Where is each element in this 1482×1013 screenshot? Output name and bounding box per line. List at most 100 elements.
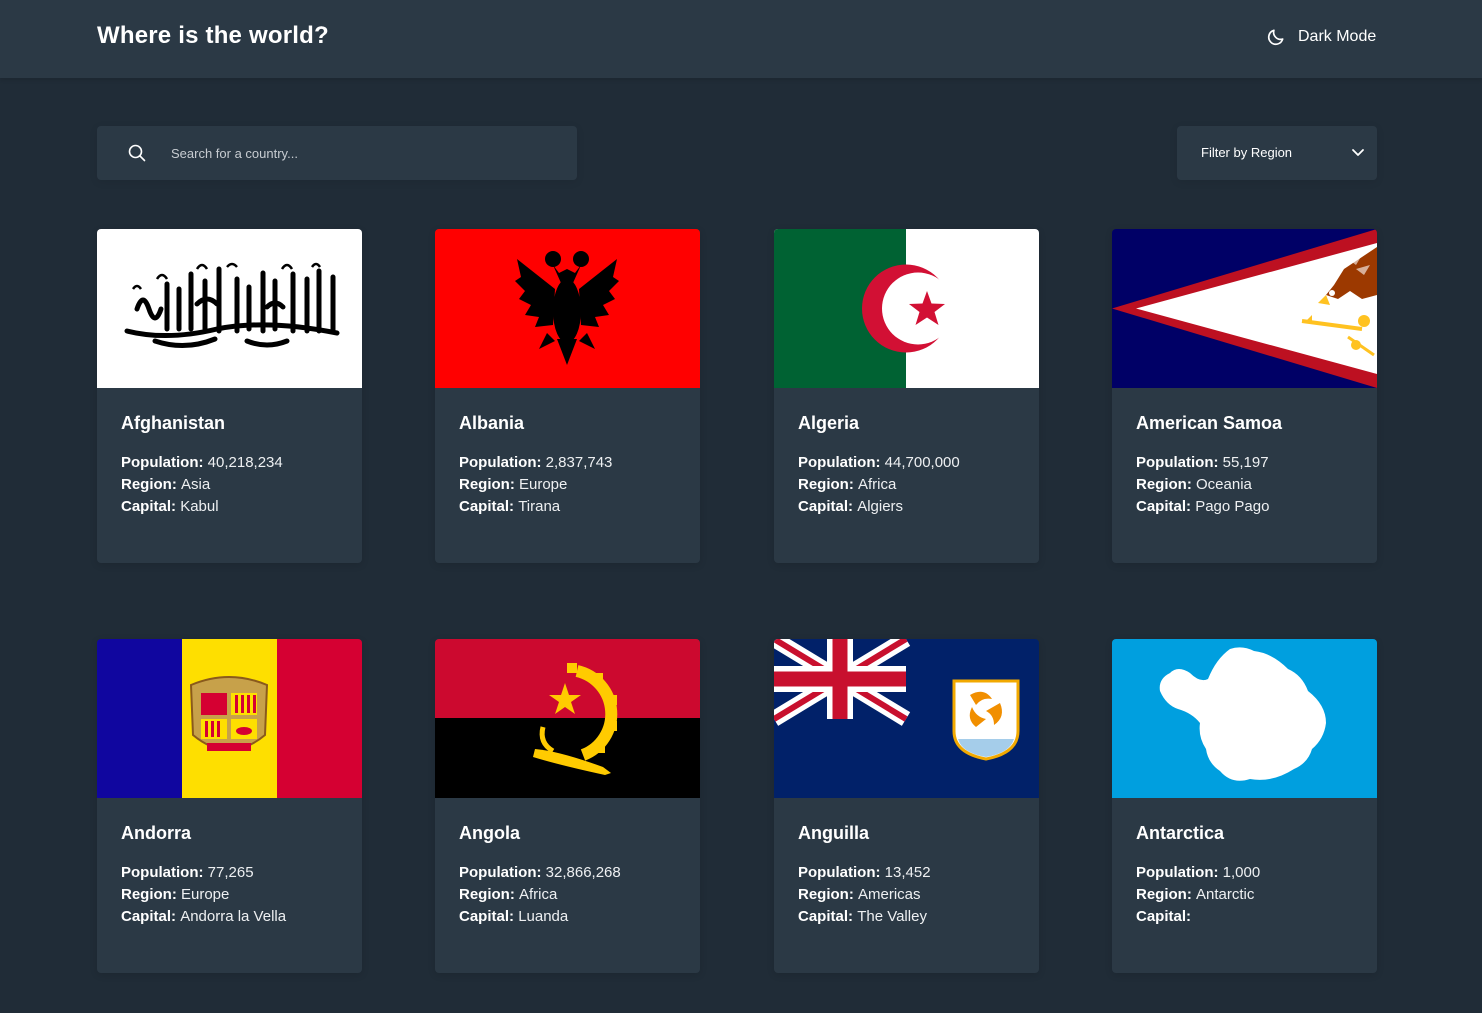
flag-image-american-samoa xyxy=(1112,229,1377,388)
region-line: Region: Americas xyxy=(798,884,921,906)
country-card[interactable]: Anguilla Population: 13,452 Region: Amer… xyxy=(774,639,1039,973)
region-value: Africa xyxy=(858,476,897,493)
population-value: 40,218,234 xyxy=(207,454,283,471)
population-label: Population: xyxy=(1136,864,1219,881)
population-value: 2,837,743 xyxy=(545,454,613,471)
region-value: Antarctic xyxy=(1196,886,1255,903)
population-line: Population: 77,265 xyxy=(121,862,254,884)
capital-value: Algiers xyxy=(857,498,904,515)
population-line: Population: 44,700,000 xyxy=(798,452,960,474)
country-card[interactable]: Afghanistan Population: 40,218,234 Regio… xyxy=(97,229,362,563)
capital-value: Kabul xyxy=(180,498,219,515)
capital-label: Capital: xyxy=(798,908,854,925)
region-label: Region: xyxy=(121,886,177,903)
region-line: Region: Africa xyxy=(798,474,896,496)
capital-value: The Valley xyxy=(857,908,927,925)
flag-image-algeria xyxy=(774,229,1039,388)
capital-label: Capital: xyxy=(121,498,177,515)
dark-mode-label: Dark Mode xyxy=(1298,28,1377,45)
region-line: Region: Europe xyxy=(121,884,229,906)
population-value: 1,000 xyxy=(1222,864,1261,881)
region-label: Region: xyxy=(798,886,854,903)
region-line: Region: Africa xyxy=(459,884,557,906)
population-line: Population: 55,197 xyxy=(1136,452,1269,474)
population-label: Population: xyxy=(459,864,542,881)
capital-label: Capital: xyxy=(798,498,854,515)
dark-mode-toggle[interactable]: Dark Mode xyxy=(1266,25,1376,49)
population-line: Population: 13,452 xyxy=(798,862,931,884)
top-bar: Where is the world? Dark Mode xyxy=(0,0,1482,78)
capital-line: Capital: Andorra la Vella xyxy=(121,906,286,928)
region-label: Region: xyxy=(1136,886,1192,903)
region-value: Africa xyxy=(519,886,558,903)
country-name: Anguilla xyxy=(798,823,869,843)
country-name: Albania xyxy=(459,413,525,433)
region-label: Region: xyxy=(121,476,177,493)
flag-image-afghanistan xyxy=(97,229,362,388)
country-card[interactable]: American Samoa Population: 55,197 Region… xyxy=(1112,229,1377,563)
search-icon xyxy=(128,144,146,162)
region-label: Region: xyxy=(459,476,515,493)
capital-line: Capital: Luanda xyxy=(459,906,568,928)
flag-image-albania xyxy=(435,229,700,388)
country-card[interactable]: Antarctica Population: 1,000 Region: Ant… xyxy=(1112,639,1377,973)
search-input[interactable] xyxy=(171,140,561,166)
region-label: Region: xyxy=(459,886,515,903)
population-value: 77,265 xyxy=(207,864,254,881)
capital-label: Capital: xyxy=(121,908,177,925)
capital-label: Capital: xyxy=(459,908,515,925)
capital-line: Capital: Tirana xyxy=(459,496,560,518)
population-label: Population: xyxy=(1136,454,1219,471)
population-line: Population: 1,000 xyxy=(1136,862,1260,884)
region-filter-label: Filter by Region xyxy=(1201,145,1293,160)
country-name: Angola xyxy=(459,823,520,843)
flag-image-angola xyxy=(435,639,700,798)
population-label: Population: xyxy=(798,864,881,881)
region-line: Region: Oceania xyxy=(1136,474,1252,496)
country-card[interactable]: Algeria Population: 44,700,000 Region: A… xyxy=(774,229,1039,563)
region-value: Europe xyxy=(181,886,230,903)
population-value: 13,452 xyxy=(884,864,931,881)
region-value: Asia xyxy=(181,476,211,493)
population-value: 32,866,268 xyxy=(545,864,621,881)
region-label: Region: xyxy=(1136,476,1192,493)
capital-line: Capital: Kabul xyxy=(121,496,219,518)
capital-label: Capital: xyxy=(1136,498,1192,515)
capital-value: Luanda xyxy=(518,908,569,925)
app-title: Where is the world? xyxy=(97,22,329,49)
country-name: Antarctica xyxy=(1136,823,1225,843)
country-card[interactable]: Angola Population: 32,866,268 Region: Af… xyxy=(435,639,700,973)
population-label: Population: xyxy=(798,454,881,471)
country-name: Afghanistan xyxy=(121,413,226,433)
region-value: Oceania xyxy=(1196,476,1252,493)
population-label: Population: xyxy=(121,864,204,881)
region-line: Region: Antarctic xyxy=(1136,884,1254,906)
region-line: Region: Asia xyxy=(121,474,210,496)
population-label: Population: xyxy=(459,454,542,471)
flag-image-andorra xyxy=(97,639,362,798)
region-filter-dropdown[interactable]: Filter by Region xyxy=(1177,126,1377,180)
country-name: Andorra xyxy=(121,823,192,843)
capital-value: Pago Pago xyxy=(1195,498,1270,515)
region-line: Region: Europe xyxy=(459,474,567,496)
region-value: Americas xyxy=(858,886,921,903)
population-line: Population: 32,866,268 xyxy=(459,862,621,884)
country-name: American Samoa xyxy=(1136,413,1283,433)
population-label: Population: xyxy=(121,454,204,471)
population-line: Population: 2,837,743 xyxy=(459,452,612,474)
capital-label: Capital: xyxy=(1136,908,1192,925)
country-name: Algeria xyxy=(798,413,860,433)
capital-label: Capital: xyxy=(459,498,515,515)
capital-line: Capital: xyxy=(1136,906,1191,928)
capital-line: Capital: Algiers xyxy=(798,496,903,518)
capital-value: Tirana xyxy=(518,498,561,515)
flag-image-anguilla xyxy=(774,639,1039,798)
capital-line: Capital: The Valley xyxy=(798,906,927,928)
capital-line: Capital: Pago Pago xyxy=(1136,496,1269,518)
capital-value: Andorra la Vella xyxy=(180,908,287,925)
country-card[interactable]: Andorra Population: 77,265 Region: Europ… xyxy=(97,639,362,973)
chevron-down-icon xyxy=(1352,149,1364,156)
population-value: 55,197 xyxy=(1222,454,1269,471)
country-card[interactable]: Albania Population: 2,837,743 Region: Eu… xyxy=(435,229,700,563)
flag-image-antarctica xyxy=(1112,639,1377,798)
